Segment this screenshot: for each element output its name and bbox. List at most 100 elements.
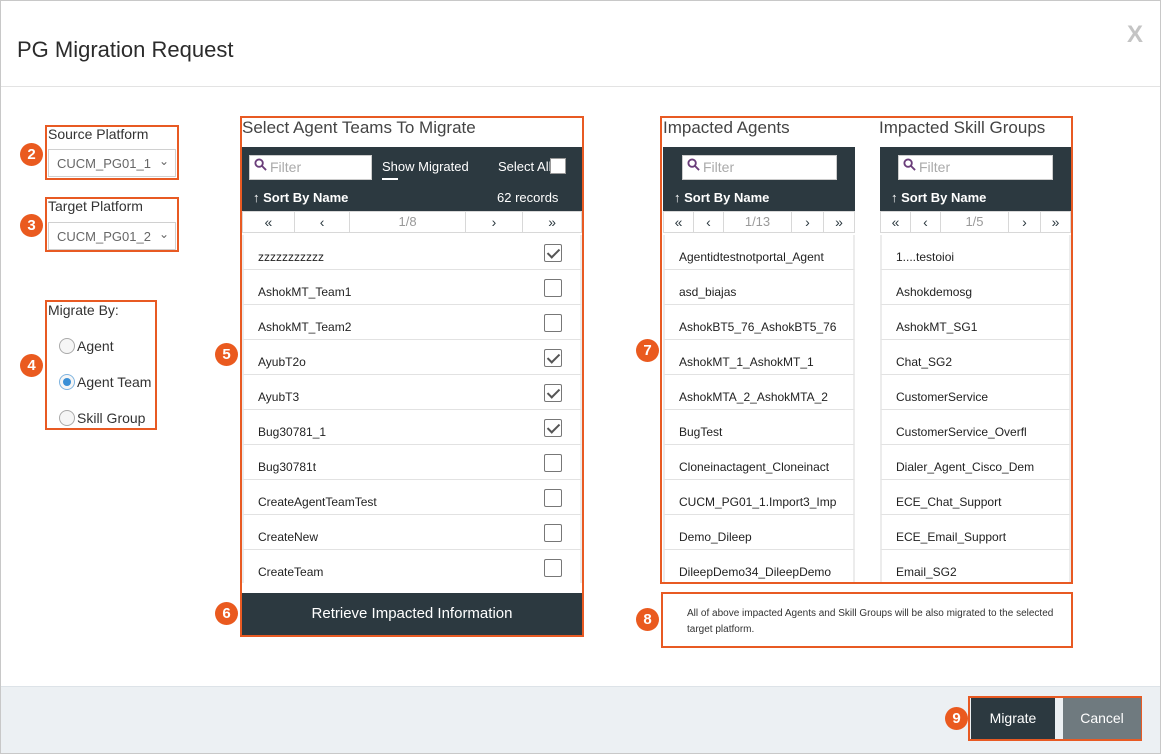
team-checkbox[interactable] [544, 524, 562, 542]
step-badge-5: 5 [215, 343, 238, 366]
agent-teams-sort[interactable]: ↑ Sort By Name [253, 190, 348, 205]
select-all-label: Select All [498, 159, 552, 174]
pg-migration-dialog: PG Migration Request X 2 Source Platform… [0, 0, 1161, 754]
last-page-icon[interactable]: » [523, 212, 581, 232]
next-page-icon[interactable]: › [792, 212, 824, 232]
retrieve-impacted-button[interactable]: Retrieve Impacted Information [242, 593, 582, 635]
skillgroup-row: Dialer_Agent_Cisco_Dem [880, 445, 1071, 480]
filter-placeholder: Filter [270, 159, 302, 175]
team-checkbox[interactable] [544, 349, 562, 367]
sort-arrow-icon: ↑ [891, 190, 902, 205]
page-indicator: 1/13 [724, 212, 792, 232]
cancel-button[interactable]: Cancel [1063, 698, 1141, 739]
agent-row: BugTest [663, 410, 855, 445]
target-platform-label: Target Platform [48, 198, 143, 214]
agent-row: Agentidtestnotportal_Agent [663, 235, 855, 270]
radio-button[interactable] [59, 410, 75, 426]
filter-placeholder: Filter [703, 159, 735, 175]
team-checkbox[interactable] [544, 279, 562, 297]
source-platform-value: CUCM_PG01_1 [57, 156, 151, 171]
chevron-down-icon: ⌄ [158, 154, 169, 168]
first-page-icon[interactable]: « [881, 212, 911, 232]
sort-label: Sort By Name [684, 190, 770, 205]
radio-agent-team-label: Agent Team [77, 374, 152, 390]
agent-row: asd_biajas [663, 270, 855, 305]
search-icon [687, 158, 700, 171]
team-name: CreateAgentTeamTest [258, 495, 377, 509]
team-name: Bug30781_1 [258, 425, 327, 439]
team-row[interactable]: AshokMT_Team1 [242, 270, 582, 305]
radio-button[interactable] [59, 338, 75, 354]
team-row[interactable]: zzzzzzzzzzz [242, 235, 582, 270]
first-page-icon[interactable]: « [243, 212, 295, 232]
team-row[interactable]: CreateTeam [242, 550, 582, 583]
skillgroup-row: CustomerService_Overfl [880, 410, 1071, 445]
skillgroup-row: Ashokdemosg [880, 270, 1071, 305]
team-row[interactable]: AyubT2o [242, 340, 582, 375]
team-row[interactable]: CreateAgentTeamTest [242, 480, 582, 515]
migrate-by-label: Migrate By: [48, 302, 119, 318]
team-row[interactable]: Bug30781t [242, 445, 582, 480]
prev-page-icon[interactable]: ‹ [295, 212, 351, 232]
record-count: 62 records [497, 190, 559, 205]
source-platform-select[interactable]: CUCM_PG01_1 ⌄ [48, 149, 176, 177]
team-checkbox[interactable] [544, 314, 562, 332]
migrate-button[interactable]: Migrate [971, 698, 1055, 739]
team-row[interactable]: AyubT3 [242, 375, 582, 410]
step-badge-6: 6 [215, 602, 238, 625]
team-name: AshokMT_Team2 [258, 320, 352, 334]
team-name: AshokMT_Team1 [258, 285, 352, 299]
dialog-title: PG Migration Request [17, 37, 234, 62]
team-row[interactable]: Bug30781_1 [242, 410, 582, 445]
target-platform-select[interactable]: CUCM_PG01_2 ⌄ [48, 222, 176, 250]
skillgroups-filter-input[interactable]: Filter [898, 155, 1053, 180]
prev-page-icon[interactable]: ‹ [694, 212, 724, 232]
radio-agent[interactable]: Agent [59, 338, 114, 354]
agents-sort[interactable]: ↑ Sort By Name [674, 190, 769, 205]
team-checkbox[interactable] [544, 384, 562, 402]
team-checkbox[interactable] [544, 489, 562, 507]
agents-filter-input[interactable]: Filter [682, 155, 837, 180]
team-name: AyubT3 [258, 390, 300, 404]
last-page-icon[interactable]: » [824, 212, 854, 232]
tab-underline [382, 178, 398, 180]
select-all-checkbox[interactable] [550, 158, 566, 174]
team-checkbox[interactable] [544, 419, 562, 437]
team-name: CreateTeam [258, 565, 324, 579]
skillgroup-row: Email_SG2 [880, 550, 1071, 582]
sort-arrow-icon: ↑ [674, 190, 685, 205]
skillgroup-row: ECE_Chat_Support [880, 480, 1071, 515]
migration-note: All of above impacted Agents and Skill G… [687, 608, 1054, 635]
dialog-header: PG Migration Request X [1, 1, 1160, 87]
sort-label: Sort By Name [901, 190, 987, 205]
agent-row: DileepDemo34_DileepDemo [663, 550, 855, 582]
team-checkbox[interactable] [544, 559, 562, 577]
next-page-icon[interactable]: › [466, 212, 524, 232]
next-page-icon[interactable]: › [1009, 212, 1041, 232]
first-page-icon[interactable]: « [664, 212, 694, 232]
radio-skill-group[interactable]: Skill Group [59, 410, 145, 426]
prev-page-icon[interactable]: ‹ [911, 212, 941, 232]
agent-row: AshokMTA_2_AshokMTA_2 [663, 375, 855, 410]
team-row[interactable]: AshokMT_Team2 [242, 305, 582, 340]
skillgroups-sort[interactable]: ↑ Sort By Name [891, 190, 986, 205]
agent-row: AshokMT_1_AshokMT_1 [663, 340, 855, 375]
team-name: zzzzzzzzzzz [258, 250, 324, 264]
step-badge-8: 8 [636, 608, 659, 631]
last-page-icon[interactable]: » [1041, 212, 1070, 232]
step-badge-4: 4 [20, 354, 43, 377]
search-icon [903, 158, 916, 171]
team-checkbox[interactable] [544, 244, 562, 262]
team-row[interactable]: CreateNew [242, 515, 582, 550]
source-platform-label: Source Platform [48, 126, 149, 142]
agent-teams-pager: « ‹ 1/8 › » [242, 211, 582, 233]
agent-row: CUCM_PG01_1.Import3_Imp [663, 480, 855, 515]
radio-button-selected[interactable] [59, 374, 75, 390]
show-migrated-tab[interactable]: Show Migrated [382, 159, 469, 174]
close-icon[interactable]: X [1127, 21, 1143, 49]
radio-agent-team[interactable]: Agent Team [59, 374, 151, 390]
agent-teams-filter-input[interactable]: Filter [249, 155, 372, 180]
team-checkbox[interactable] [544, 454, 562, 472]
search-icon [254, 158, 267, 171]
team-name: CreateNew [258, 530, 319, 544]
